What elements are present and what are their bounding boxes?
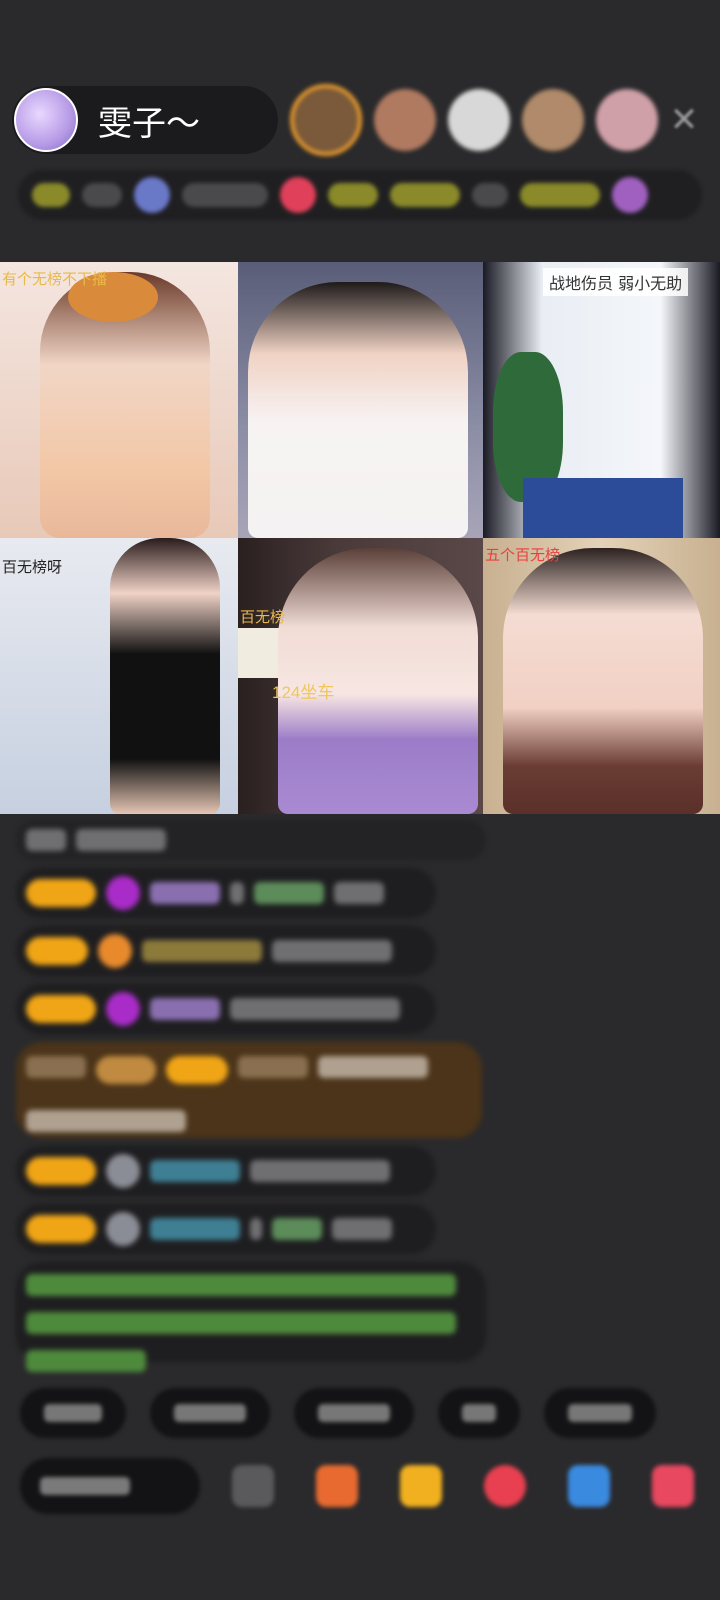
quick-reply-button[interactable] xyxy=(438,1388,520,1438)
avatar-icon xyxy=(106,1154,140,1188)
fans-icon xyxy=(134,177,170,213)
system-notice xyxy=(16,1262,486,1372)
hot-icon xyxy=(280,177,316,213)
guest-tile[interactable] xyxy=(238,262,483,538)
bottom-toolbar xyxy=(20,1458,710,1514)
avatar-icon xyxy=(106,1212,140,1246)
fan-badge xyxy=(166,1056,228,1084)
chat-message xyxy=(16,926,436,976)
guest-tile[interactable]: 有个无榜不下播 xyxy=(0,262,238,538)
info-chip xyxy=(82,183,122,207)
guest-video xyxy=(110,538,220,814)
guest-tile[interactable]: 战地伤员 弱小无助 xyxy=(483,262,720,538)
room-info-bar[interactable] xyxy=(18,170,702,220)
multi-guest-grid: 有个无榜不下播 战地伤员 弱小无助 百无榜呀 百无榜 124坐车 五个百无榜 xyxy=(0,262,720,814)
guest-tag: 战地伤员 弱小无助 xyxy=(543,268,689,296)
guest-tag: 百无榜 xyxy=(240,608,286,626)
guest-subtitle: 124坐车 xyxy=(272,683,335,702)
more-icon[interactable] xyxy=(652,1465,694,1507)
heart-icon[interactable] xyxy=(400,1465,442,1507)
fan-badge xyxy=(26,879,96,907)
chat-message xyxy=(16,820,486,860)
gem-icon xyxy=(106,876,140,910)
fan-badge xyxy=(26,937,88,965)
level-chip xyxy=(32,183,70,207)
chat-message xyxy=(16,1146,436,1196)
viewer-avatar[interactable] xyxy=(448,89,510,151)
guest-tag: 百无榜呀 xyxy=(2,558,63,576)
host-avatar[interactable] xyxy=(14,88,78,152)
fan-badge xyxy=(26,1157,96,1185)
quick-reply-button[interactable] xyxy=(544,1388,656,1438)
guest-tile[interactable]: 百无榜 124坐车 xyxy=(238,538,483,814)
rank-chip xyxy=(520,183,600,207)
guest-tag: 五个百无榜 xyxy=(485,546,561,564)
level-badge xyxy=(96,1056,156,1084)
game-icon[interactable] xyxy=(484,1465,526,1507)
shop-icon[interactable] xyxy=(316,1465,358,1507)
top-viewers xyxy=(290,84,658,156)
guest-tile[interactable]: 百无榜呀 xyxy=(0,538,238,814)
floor xyxy=(523,478,683,538)
quick-reply-button[interactable] xyxy=(150,1388,270,1438)
guest-tag: 有个无榜不下播 xyxy=(2,270,108,288)
host-name: 雯子～ xyxy=(98,103,200,144)
chat-input-button[interactable] xyxy=(20,1458,200,1514)
info-chip xyxy=(182,183,268,207)
gem-icon xyxy=(106,992,140,1026)
guest-tile[interactable]: 五个百无榜 xyxy=(483,538,720,814)
quick-replies xyxy=(20,1388,656,1438)
guest-video xyxy=(503,548,703,814)
rank-chip xyxy=(390,183,460,207)
chat-message-highlight xyxy=(16,1042,482,1138)
quick-reply-button[interactable] xyxy=(20,1388,126,1438)
fan-badge xyxy=(26,1215,96,1243)
badge-icon xyxy=(612,177,648,213)
viewer-avatar[interactable] xyxy=(290,84,362,156)
gift-icon[interactable] xyxy=(232,1465,274,1507)
chat-message xyxy=(16,868,436,918)
viewer-avatar[interactable] xyxy=(522,89,584,151)
chat-list[interactable] xyxy=(16,820,486,1372)
viewer-avatar[interactable] xyxy=(374,89,436,151)
close-icon[interactable]: ✕ xyxy=(668,103,700,137)
chat-message xyxy=(16,984,436,1034)
fan-badge xyxy=(26,995,96,1023)
gem-icon xyxy=(98,934,132,968)
menu-icon[interactable] xyxy=(568,1465,610,1507)
guest-video xyxy=(248,282,468,538)
viewer-avatar[interactable] xyxy=(596,89,658,151)
chat-message xyxy=(16,1204,436,1254)
quick-reply-button[interactable] xyxy=(294,1388,414,1438)
info-chip xyxy=(472,183,508,207)
rank-chip xyxy=(328,183,378,207)
host-pill[interactable]: 雯子～ xyxy=(12,86,278,154)
